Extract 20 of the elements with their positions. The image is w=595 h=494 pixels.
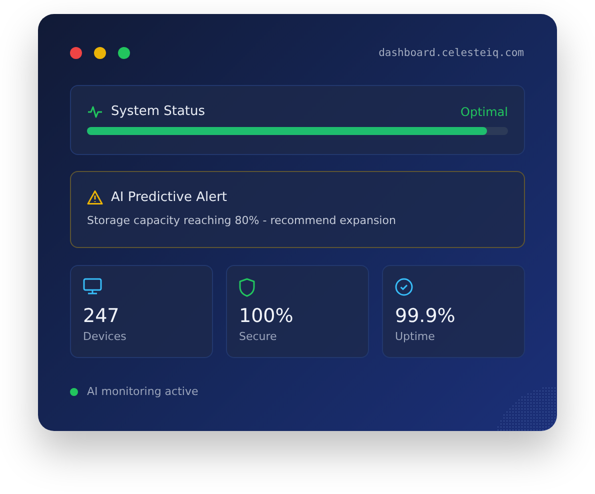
- warning-icon: [87, 190, 103, 205]
- monitoring-text: AI monitoring active: [87, 385, 198, 398]
- pulse-icon: [87, 104, 103, 118]
- stat-label: Secure: [239, 330, 278, 343]
- stat-label: Uptime: [395, 330, 436, 343]
- stat-value: 100%: [239, 305, 294, 327]
- stat-value: 99.9%: [395, 305, 456, 327]
- window-control-dot[interactable]: [94, 47, 106, 59]
- alert-message: Storage capacity reaching 80% - recommend expansion: [87, 214, 397, 227]
- window-control-dot[interactable]: [118, 47, 130, 59]
- monitor-icon: [83, 278, 102, 295]
- status-label: Optimal: [460, 104, 508, 118]
- address-text: dashboard.celesteiq.com: [378, 47, 524, 59]
- alert-title: AI Predictive Alert: [111, 190, 228, 205]
- shield-icon: [239, 278, 255, 297]
- window-control-dot[interactable]: [70, 47, 82, 59]
- status-title: System Status: [111, 104, 206, 119]
- stat-label: Devices: [83, 330, 128, 343]
- check-circle-icon: [395, 278, 413, 296]
- stat-value: 247: [83, 305, 120, 327]
